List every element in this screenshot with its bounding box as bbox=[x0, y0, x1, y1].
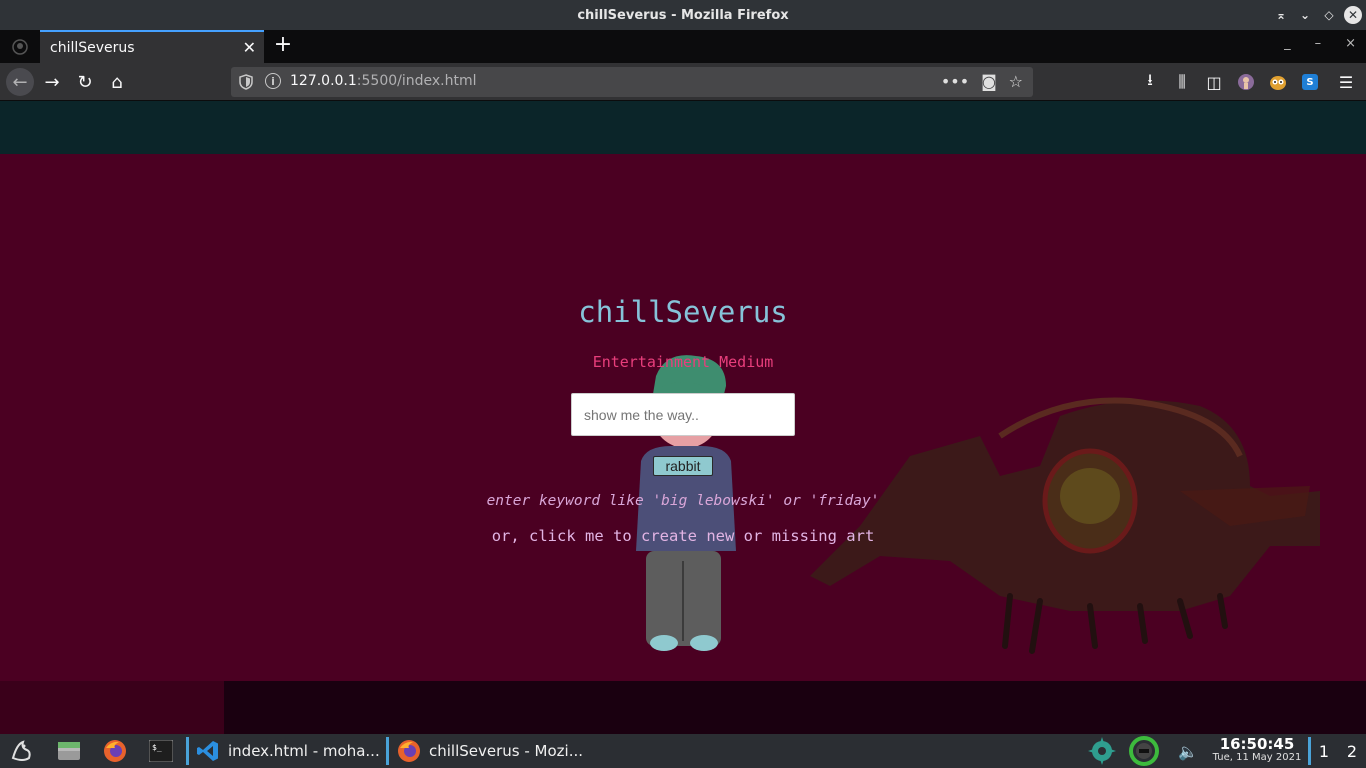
screen: chillSeverus - Mozilla Firefox ⌅ ⌄ ◇ ✕ c… bbox=[0, 0, 1366, 768]
sidebar-icon[interactable]: ◫ bbox=[1198, 63, 1230, 101]
firefox-icon bbox=[398, 740, 420, 762]
file-manager-icon[interactable] bbox=[55, 737, 83, 765]
close-window-icon[interactable]: × bbox=[1345, 36, 1356, 51]
firefox-launcher-icon[interactable] bbox=[101, 737, 129, 765]
taskbar: $_ index.html - moha... chillSeverus - M… bbox=[0, 734, 1366, 768]
nav-toolbar: ← → ↻ ⌂ i 127.0.0.1:5500/index.html ••• … bbox=[0, 63, 1366, 101]
window-maximize-icon[interactable]: ◇ bbox=[1320, 6, 1338, 24]
library-icon[interactable]: ⫼ bbox=[1166, 63, 1198, 101]
rabbit-button[interactable]: rabbit bbox=[653, 456, 713, 476]
vscode-icon bbox=[197, 741, 218, 761]
task-vscode[interactable]: index.html - moha... bbox=[196, 734, 380, 768]
page-actions-menu-icon[interactable]: ••• bbox=[941, 72, 969, 91]
page-content: chillSeverus Entertainment Medium rabbit… bbox=[0, 101, 1366, 734]
taskbar-active-indicator bbox=[386, 737, 389, 765]
page-actions: ••• ◙ ☆ bbox=[941, 72, 1023, 91]
restore-icon[interactable]: – bbox=[1315, 36, 1322, 51]
clock-time[interactable]: 16:50:45 bbox=[1212, 735, 1302, 753]
task-firefox-label: chillSeverus - Mozi... bbox=[429, 742, 584, 760]
site-subtitle: Entertainment Medium bbox=[592, 353, 774, 371]
search-hint: enter keyword like 'big lebowski' or 'fr… bbox=[486, 493, 880, 509]
url-host: 127.0.0.1 bbox=[290, 73, 357, 89]
clock-date: Tue, 11 May 2021 bbox=[1212, 752, 1302, 763]
site-title: chillSeverus bbox=[578, 295, 788, 329]
window-titlebar: chillSeverus - Mozilla Firefox ⌅ ⌄ ◇ ✕ bbox=[0, 0, 1366, 30]
extension-s-icon[interactable]: S bbox=[1294, 63, 1326, 101]
window-minimize-icon[interactable]: ⌄ bbox=[1296, 6, 1314, 24]
pocket-icon[interactable]: ◙ bbox=[981, 72, 997, 91]
window-title: chillSeverus - Mozilla Firefox bbox=[577, 7, 789, 23]
start-menu-icon[interactable] bbox=[8, 737, 36, 765]
tab-label: chillSeverus bbox=[50, 39, 135, 56]
page-header-band bbox=[0, 101, 1366, 154]
svg-text:$_: $_ bbox=[152, 743, 162, 752]
minimize-icon[interactable]: _ bbox=[1284, 36, 1291, 51]
window-keep-above-icon[interactable]: ⌅ bbox=[1272, 6, 1290, 24]
extension-owl-icon[interactable] bbox=[1262, 63, 1294, 101]
toolbar-right: ⭳ ⫼ ◫ S ☰ bbox=[1134, 63, 1366, 101]
background-creature-art bbox=[810, 397, 1320, 654]
terminal-launcher-icon[interactable]: $_ bbox=[147, 737, 175, 765]
volume-icon[interactable]: 🔈 bbox=[1174, 734, 1202, 768]
tab-bar: chillSeverus ✕ + _ – × bbox=[0, 30, 1366, 63]
tab-chillseverus[interactable]: chillSeverus ✕ bbox=[40, 30, 264, 63]
task-firefox[interactable]: chillSeverus - Mozi... bbox=[397, 734, 583, 768]
workspace-2[interactable]: 2 bbox=[1338, 734, 1366, 768]
tray-update-icon[interactable] bbox=[1128, 734, 1160, 768]
tray-settings-icon[interactable] bbox=[1086, 734, 1118, 768]
tabbar-window-buttons: _ – × bbox=[1284, 36, 1356, 51]
new-tab-button[interactable]: + bbox=[272, 34, 294, 56]
page-footer-left-band bbox=[0, 681, 224, 734]
url-path: :5500/index.html bbox=[356, 73, 477, 89]
page-footer-band bbox=[224, 681, 1366, 734]
reload-button[interactable]: ↻ bbox=[71, 68, 99, 96]
tab-close-icon[interactable]: ✕ bbox=[243, 38, 256, 57]
search-input[interactable] bbox=[571, 393, 795, 436]
extension-s-label: S bbox=[1302, 74, 1318, 90]
window-close-icon[interactable]: ✕ bbox=[1344, 6, 1362, 24]
back-button[interactable]: ← bbox=[6, 68, 34, 96]
taskbar-separator bbox=[186, 737, 189, 765]
home-button[interactable]: ⌂ bbox=[103, 68, 131, 96]
url-text[interactable]: 127.0.0.1:5500/index.html bbox=[290, 73, 477, 89]
create-art-link[interactable]: or, click me to create new or missing ar… bbox=[0, 527, 1366, 545]
task-vscode-label: index.html - moha... bbox=[228, 742, 380, 760]
hamburger-menu-icon[interactable]: ☰ bbox=[1326, 63, 1366, 101]
url-bar[interactable]: i 127.0.0.1:5500/index.html ••• ◙ ☆ bbox=[231, 67, 1033, 97]
forward-button[interactable]: → bbox=[38, 68, 66, 96]
site-info-icon[interactable]: i bbox=[265, 73, 281, 89]
workspace-1[interactable]: 1 bbox=[1310, 734, 1338, 768]
github-icon[interactable] bbox=[0, 30, 40, 63]
bookmark-star-icon[interactable]: ☆ bbox=[1009, 72, 1023, 91]
window-controls: ⌅ ⌄ ◇ ✕ bbox=[1272, 6, 1362, 24]
extension-avatar-icon[interactable] bbox=[1230, 63, 1262, 101]
downloads-icon[interactable]: ⭳ bbox=[1134, 63, 1166, 101]
tracking-shield-icon[interactable] bbox=[239, 74, 253, 90]
